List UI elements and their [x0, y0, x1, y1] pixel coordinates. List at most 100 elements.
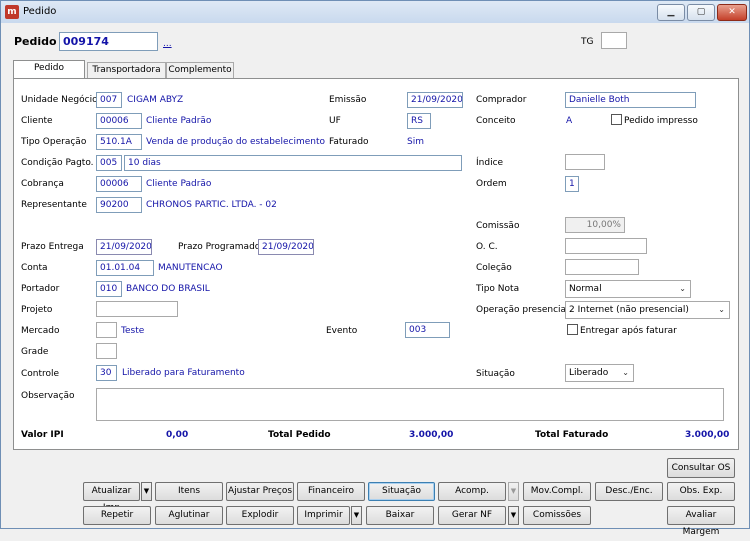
desc-enc-button[interactable]: Desc./Enc.: [595, 482, 663, 501]
prazo-programado-label: Prazo Programado: [178, 242, 261, 252]
tab-complemento[interactable]: Complemento: [166, 62, 234, 78]
maximize-button[interactable]: ▢: [687, 4, 715, 21]
ajustar-precos-button[interactable]: Ajustar Preços: [226, 482, 294, 501]
obs-exp-button[interactable]: Obs. Exp.: [667, 482, 735, 501]
entregar-checkbox[interactable]: [567, 324, 578, 335]
consultar-os-button[interactable]: Consultar OS: [667, 458, 735, 478]
tipo-nota-value: Normal: [569, 284, 602, 294]
title-bar: m Pedido ▁ ▢ ✕: [1, 1, 749, 23]
pedido-impresso-label: Pedido impresso: [624, 116, 698, 126]
ordem-field[interactable]: 1: [565, 176, 579, 192]
representante-label: Representante: [21, 200, 87, 210]
mercado-code-field[interactable]: [96, 322, 117, 338]
representante-code-field[interactable]: 90200: [96, 197, 142, 213]
atualizar-imp-button[interactable]: Atualizar Imp: [83, 482, 140, 513]
prazo-entrega-field[interactable]: 21/09/2020: [96, 239, 152, 255]
explodir-button[interactable]: Explodir: [226, 506, 294, 525]
tipo-operacao-code-field[interactable]: 510.1A: [96, 134, 142, 150]
ordem-label: Ordem: [476, 179, 507, 189]
uf-field[interactable]: RS: [407, 113, 431, 129]
pedido-window: m Pedido ▁ ▢ ✕ Pedido 009174 ... TG Pedi…: [0, 0, 750, 537]
prazo-programado-field[interactable]: 21/09/2020: [258, 239, 314, 255]
acomp-dropdown[interactable]: ▼: [508, 482, 519, 501]
gerar-nf-button[interactable]: Gerar NF: [438, 506, 506, 525]
pedido-lookup-link[interactable]: ...: [163, 39, 172, 49]
avaliar-margem-button[interactable]: Avaliar Margem: [667, 506, 735, 537]
comissoes-button[interactable]: Comissões: [523, 506, 591, 525]
condicao-code-field[interactable]: 005: [96, 155, 122, 171]
pedido-label: Pedido: [14, 35, 57, 48]
cliente-code-field[interactable]: 00006: [96, 113, 142, 129]
ipi-value: 0,00: [166, 430, 189, 440]
representante-name: CHRONOS PARTIC. LTDA. - 02: [146, 200, 277, 210]
conta-label: Conta: [21, 263, 48, 273]
emissao-field[interactable]: 21/09/2020: [407, 92, 463, 108]
colecao-label: Coleção: [476, 263, 512, 273]
controle-name: Liberado para Faturamento: [122, 368, 245, 378]
portador-label: Portador: [21, 284, 60, 294]
situacao-button[interactable]: Situação: [368, 482, 435, 501]
chevron-down-icon: ⌄: [622, 368, 629, 377]
observacao-textarea[interactable]: [96, 388, 724, 421]
situacao-select[interactable]: Liberado ⌄: [565, 364, 634, 382]
comissao-label: Comissão: [476, 221, 520, 231]
gerar-nf-dropdown[interactable]: ▼: [508, 506, 519, 525]
faturado-label: Faturado: [329, 137, 369, 147]
faturado-value: Sim: [407, 137, 424, 147]
imprimir-button[interactable]: Imprimir: [297, 506, 350, 525]
pedido-impresso-checkbox[interactable]: [611, 114, 622, 125]
comissao-field[interactable]: 10,00%: [565, 217, 625, 233]
mov-compl-button[interactable]: Mov.Compl.: [523, 482, 591, 501]
entregar-label: Entregar após faturar: [580, 326, 677, 336]
tg-field[interactable]: [601, 32, 627, 49]
cliente-label: Cliente: [21, 116, 53, 126]
tab-transportadora[interactable]: Transportadora: [87, 62, 166, 78]
imprimir-dropdown[interactable]: ▼: [351, 506, 362, 525]
tab-pedido[interactable]: Pedido: [13, 60, 85, 78]
cobranca-code-field[interactable]: 00006: [96, 176, 142, 192]
unidade-name: CIGAM ABYZ: [127, 95, 184, 105]
grade-field[interactable]: [96, 343, 117, 359]
minimize-button[interactable]: ▁: [657, 4, 685, 21]
controle-code-field[interactable]: 30: [96, 365, 117, 381]
unidade-code-field[interactable]: 007: [96, 92, 122, 108]
atualizar-imp-dropdown[interactable]: ▼: [141, 482, 152, 501]
total-faturado-label: Total Faturado: [535, 430, 609, 440]
tg-label: TG: [581, 37, 594, 47]
pedido-number-field[interactable]: 009174: [59, 32, 158, 51]
situacao-label: Situação: [476, 369, 515, 379]
tipo-nota-select[interactable]: Normal ⌄: [565, 280, 691, 298]
prazo-entrega-label: Prazo Entrega: [21, 242, 84, 252]
conta-name: MANUTENCAO: [158, 263, 223, 273]
oc-label: O. C.: [476, 242, 498, 252]
projeto-field[interactable]: [96, 301, 178, 317]
indice-field[interactable]: [565, 154, 605, 170]
operacao-presencial-select[interactable]: 2 Internet (não presencial) ⌄: [565, 301, 730, 319]
total-faturado-value: 3.000,00: [685, 430, 730, 440]
condicao-name-field[interactable]: 10 dias: [124, 155, 462, 171]
controle-label: Controle: [21, 369, 60, 379]
conta-code-field[interactable]: 01.01.04: [96, 260, 154, 276]
aglutinar-button[interactable]: Aglutinar: [155, 506, 223, 525]
oc-field[interactable]: [565, 238, 647, 254]
baixar-button[interactable]: Baixar: [366, 506, 434, 525]
evento-field[interactable]: 003: [405, 322, 450, 338]
indice-label: Índice: [476, 158, 504, 168]
ipi-label: Valor IPI: [21, 430, 64, 440]
total-pedido-value: 3.000,00: [409, 430, 454, 440]
window-title: Pedido: [23, 6, 57, 17]
acomp-button[interactable]: Acomp.: [438, 482, 506, 501]
colecao-field[interactable]: [565, 259, 639, 275]
tipo-nota-label: Tipo Nota: [476, 284, 520, 294]
comprador-field[interactable]: Danielle Both: [565, 92, 696, 108]
itens-button[interactable]: Itens: [155, 482, 223, 501]
grade-label: Grade: [21, 347, 49, 357]
repetir-button[interactable]: Repetir: [83, 506, 151, 525]
close-button[interactable]: ✕: [717, 4, 747, 21]
comprador-label: Comprador: [476, 95, 527, 105]
operacao-presencial-value: 2 Internet (não presencial): [569, 305, 689, 315]
portador-code-field[interactable]: 010: [96, 281, 122, 297]
cobranca-label: Cobrança: [21, 179, 64, 189]
tipo-operacao-name: Venda de produção do estabelecimento: [146, 137, 325, 147]
financeiro-button[interactable]: Financeiro: [297, 482, 365, 501]
